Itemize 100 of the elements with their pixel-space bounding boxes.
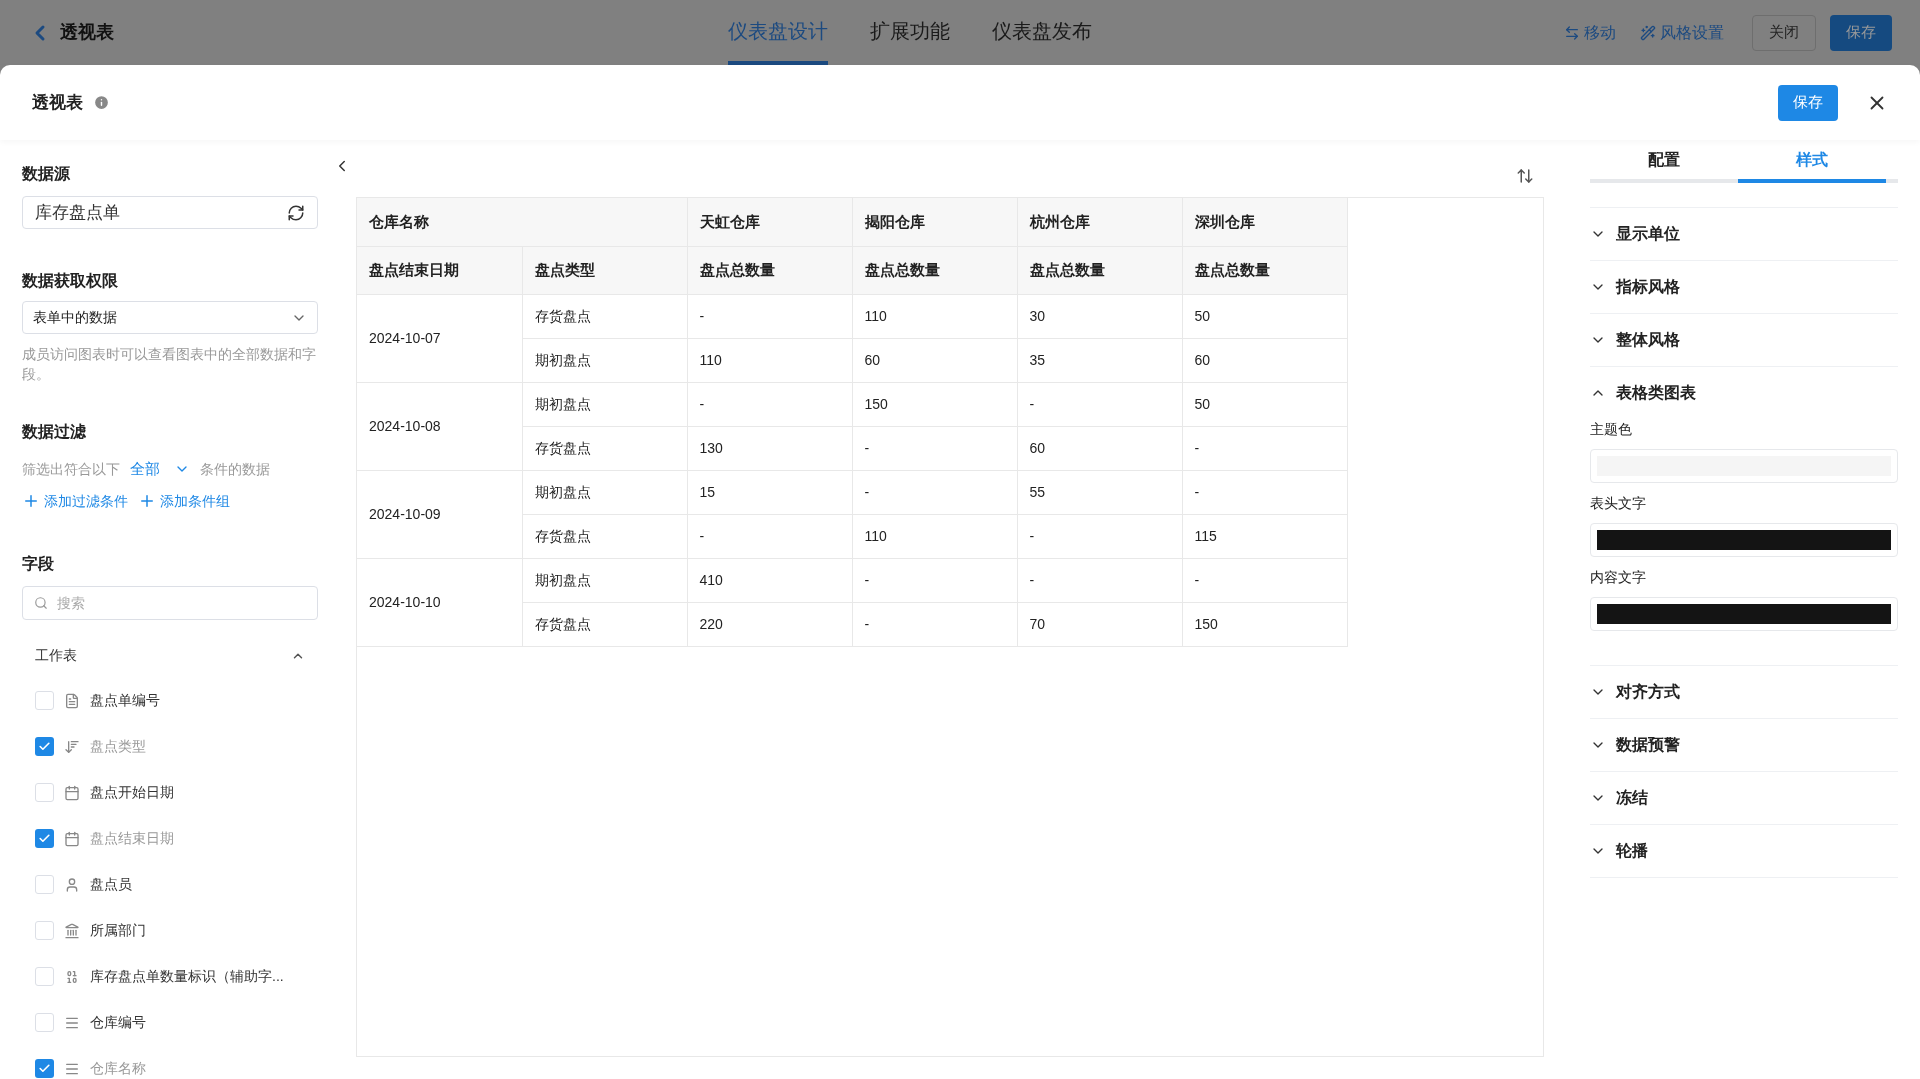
section-header[interactable]: 数据预警 [1590,719,1898,771]
checkbox[interactable] [35,783,54,802]
add-link[interactable]: 添加条件组 [138,490,230,512]
table-cell: 期初盘点 [522,338,687,382]
color-label: 内容文字 [1590,568,1647,587]
nav-tab[interactable]: 扩展功能 [870,0,950,65]
table-cell: - [1017,382,1182,426]
header-cell: 盘点总数量 [687,246,852,294]
field-label[interactable]: 所属部门 [90,920,146,941]
table-cell: 110 [852,514,1017,558]
person-icon [64,876,80,893]
section-header[interactable]: 整体风格 [1590,314,1898,366]
table-cell: 60 [1017,426,1182,470]
table-cell: 110 [852,294,1017,338]
table-cell: 130 [687,426,852,470]
table-cell: 50 [1182,382,1347,426]
header-cell: 揭阳仓库 [852,198,1017,246]
header-cell: 盘点总数量 [1017,246,1182,294]
section-header[interactable]: 冻结 [1590,772,1898,824]
section-title: 数据源 [22,164,71,184]
filter-mode-select[interactable]: 全部 [130,458,190,481]
section-title: 字段 [22,553,55,574]
color-picker[interactable] [1590,523,1898,557]
close-button[interactable]: 关闭 [1752,14,1816,51]
filter-text: 条件的数据 [200,459,270,479]
table-cell: - [1017,514,1182,558]
panel-tab[interactable]: 样式 [1738,140,1886,183]
header-cell: 深圳仓库 [1182,198,1347,246]
section-header[interactable]: 轮播 [1590,825,1898,877]
table-cell: 期初盘点 [522,558,687,602]
checkbox[interactable] [35,737,54,756]
header-cell: 天虹仓库 [687,198,852,246]
color-picker[interactable] [1590,449,1898,483]
table-cell: 存货盘点 [522,426,687,470]
checkbox[interactable] [35,1013,54,1032]
checkbox[interactable] [35,691,54,710]
building-icon [64,922,80,939]
field-label[interactable]: 盘点开始日期 [90,782,174,803]
info-icon[interactable] [93,94,110,111]
check-icon [38,832,51,845]
page-title: 透视表 [60,21,114,44]
table-cell: 110 [687,338,852,382]
calendar-icon [64,784,80,801]
section-header[interactable]: 对齐方式 [1590,666,1898,718]
nav-tab[interactable]: 仪表盘发布 [992,0,1092,65]
header-cell: 仓库名称 [357,198,687,246]
header-cell: 盘点类型 [522,246,687,294]
table-cell: 150 [1182,602,1347,646]
swap-vertical-icon[interactable] [1516,167,1534,185]
section-header[interactable]: 显示单位 [1590,208,1898,260]
table-cell: 15 [687,470,852,514]
checkbox[interactable] [35,967,54,986]
color-label: 主题色 [1590,420,1633,439]
header-cell: 杭州仓库 [1017,198,1182,246]
checkbox[interactable] [35,829,54,848]
table-cell: 期初盘点 [522,470,687,514]
table-cell: 410 [687,558,852,602]
permission-select[interactable]: 表单中的数据 [22,301,318,334]
table-cell: - [852,426,1017,470]
table-cell: 期初盘点 [522,382,687,426]
table-cell: 存货盘点 [522,294,687,338]
panel-tab[interactable]: 配置 [1590,140,1738,183]
field-label[interactable]: 盘点单编号 [90,690,160,711]
table-cell: 60 [852,338,1017,382]
table-cell: 2024-10-07 [357,294,522,382]
table-cell: 2024-10-08 [357,382,522,470]
section-header[interactable]: 表格类图表 [1590,367,1898,419]
swap-icon [1564,24,1580,41]
checkbox[interactable] [35,875,54,894]
table-cell: - [687,514,852,558]
filter-text: 筛选出符合以下 [22,459,120,479]
table-cell: 30 [1017,294,1182,338]
search-field[interactable]: 搜索 [22,585,318,620]
calendar-icon [64,830,80,847]
table-cell: 50 [1182,294,1347,338]
table-cell: - [1182,426,1347,470]
table-cell: 35 [1017,338,1182,382]
number-icon [64,968,80,985]
field-label[interactable]: 仓库编号 [90,1012,146,1033]
table-cell: - [687,294,852,338]
group-header[interactable]: 工作表 [22,637,318,674]
checkbox[interactable] [35,1059,54,1078]
field-label[interactable]: 库存盘点单数量标识（辅助字... [90,966,284,987]
table-cell: - [852,470,1017,514]
table-cell: 220 [687,602,852,646]
document-icon [64,692,80,709]
header-cell: 盘点总数量 [1182,246,1347,294]
refresh-icon[interactable] [287,203,305,222]
table-cell: - [852,558,1017,602]
add-link[interactable]: 添加过滤条件 [22,490,128,512]
checkbox[interactable] [35,921,54,940]
color-picker[interactable] [1590,597,1898,631]
data-source-field[interactable]: 库存盘点单 [22,196,318,229]
field-label[interactable]: 盘点员 [90,874,132,895]
table-cell: 55 [1017,470,1182,514]
check-icon [38,1062,51,1075]
table-cell: 150 [852,382,1017,426]
magic-wand-icon [1640,24,1656,41]
section-header[interactable]: 指标风格 [1590,261,1898,313]
save-button[interactable]: 保存 [1778,84,1838,121]
